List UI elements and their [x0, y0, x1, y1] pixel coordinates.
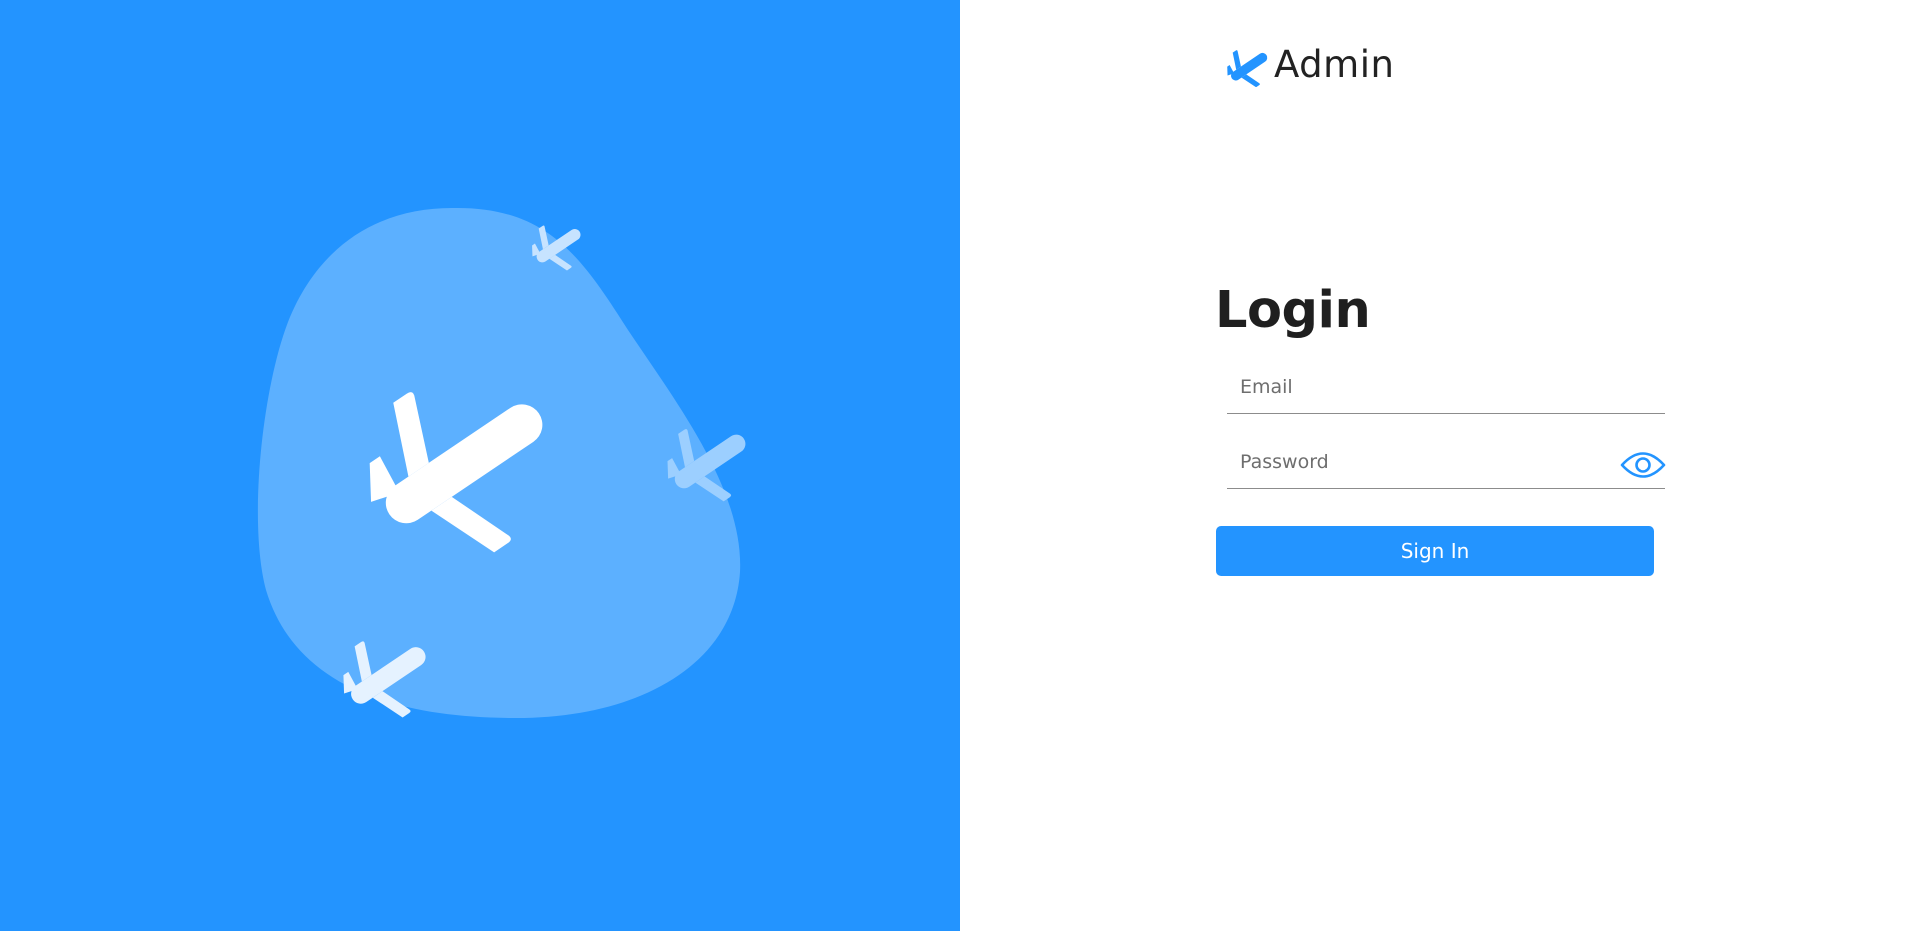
login-page: Admin Login Sign In: [0, 0, 1920, 931]
page-title: Login: [1215, 281, 1371, 340]
airplane-icon: [1227, 50, 1268, 87]
password-field[interactable]: [1227, 438, 1620, 486]
eye-icon: [1620, 452, 1666, 478]
illustration-panel: [0, 0, 960, 931]
show-password-toggle[interactable]: [1620, 448, 1666, 482]
brand-name: Admin: [1274, 43, 1395, 86]
email-field[interactable]: [1227, 363, 1620, 411]
travel-illustration: [257, 207, 746, 719]
brand-logo: Admin: [1220, 42, 1394, 88]
email-field-wrapper: [1227, 363, 1665, 414]
login-panel: Admin Login Sign In: [960, 0, 1920, 931]
password-field-wrapper: [1227, 438, 1666, 489]
sign-in-button[interactable]: Sign In: [1216, 526, 1654, 576]
